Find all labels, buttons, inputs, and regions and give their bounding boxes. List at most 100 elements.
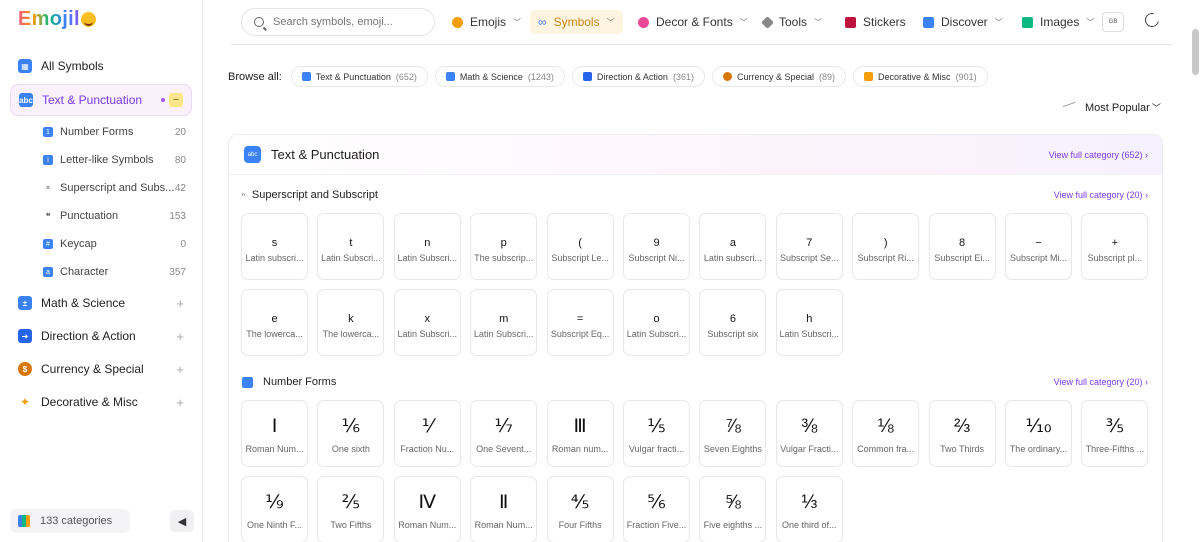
- scrollbar[interactable]: [1192, 29, 1199, 75]
- nav-stickers[interactable]: Stickers: [837, 10, 914, 34]
- expand-icon[interactable]: +: [176, 395, 184, 410]
- symbol-card[interactable]: h Latin Subscri...: [775, 289, 843, 356]
- symbol-card[interactable]: p The subscrip...: [470, 213, 538, 280]
- symbol-card[interactable]: ⅘ Four Fifths: [546, 476, 614, 542]
- nav-emojis[interactable]: Emojis ﹀: [444, 10, 529, 34]
- sidebar-item-all-symbols[interactable]: ▦ All Symbols: [0, 50, 202, 82]
- subitem-count: 42: [174, 182, 186, 194]
- symbol-card[interactable]: m Latin Subscri...: [470, 289, 538, 356]
- expand-icon[interactable]: +: [176, 296, 184, 311]
- symbol-name: Seven Eighths: [703, 444, 762, 454]
- nav-symbols[interactable]: ∞ Symbols ﹀: [530, 10, 623, 34]
- sidebar-item-label: All Symbols: [41, 59, 104, 73]
- symbol-card[interactable]: ⅚ Fraction Five...: [623, 476, 690, 542]
- symbol-card[interactable]: ⅕ Vulgar fracti...: [623, 400, 690, 467]
- symbol-card[interactable]: 7 Subscript Se...: [775, 213, 843, 280]
- chip-decorative-misc[interactable]: Decorative & Misc (901): [853, 66, 988, 87]
- symbol-card[interactable]: Ⅱ Roman Num...: [470, 476, 538, 542]
- view-full-category-link[interactable]: View full category (20) ›: [1054, 190, 1148, 200]
- symbol-card[interactable]: ⅟ Fraction Nu...: [393, 400, 461, 467]
- symbol-name: Subscript Ei...: [934, 253, 990, 263]
- sidebar-subitem-number-forms[interactable]: 1 Number Forms 20: [0, 118, 202, 146]
- chip-text-punctuation[interactable]: Text & Punctuation (652): [290, 66, 428, 87]
- symbol-card[interactable]: ⅓ One third of...: [775, 476, 843, 542]
- symbol-card[interactable]: a Latin subscri...: [699, 213, 767, 280]
- moon-icon[interactable]: [1142, 10, 1162, 30]
- chip-count: (1243): [527, 71, 554, 82]
- symbol-card[interactable]: ⅑ One Ninth F...: [241, 476, 308, 542]
- sort-label: Most Popular: [1085, 101, 1150, 114]
- chip-direction-action[interactable]: Direction & Action (361): [571, 66, 705, 87]
- search-box[interactable]: [241, 8, 435, 36]
- sidebar-item-currency-special[interactable]: $ Currency & Special +: [0, 353, 202, 385]
- expand-icon[interactable]: +: [176, 329, 184, 344]
- nav-discover[interactable]: Discover ﹀: [915, 10, 1011, 34]
- symbol-card[interactable]: 6 Subscript six: [699, 289, 767, 356]
- symbol-card[interactable]: x Latin Subscri...: [393, 289, 461, 356]
- chip-count: (901): [955, 71, 977, 82]
- sidebar-subitem-superscript[interactable]: ⁿ Superscript and Subs... 42: [0, 174, 202, 202]
- symbol-card[interactable]: ⅒ The ordinary...: [1005, 400, 1072, 467]
- symbol-card[interactable]: Ⅲ Roman num...: [546, 400, 614, 467]
- sidebar-subitem-letter-like[interactable]: i Letter-like Symbols 80: [0, 146, 202, 174]
- symbol-glyph: p: [500, 237, 507, 249]
- symbol-card[interactable]: 8 Subscript Ei...: [928, 213, 996, 280]
- info-icon: i: [43, 155, 53, 165]
- sidebar-item-direction-action[interactable]: ➜ Direction & Action +: [0, 320, 202, 352]
- symbol-name: One third of...: [782, 520, 837, 530]
- symbol-card[interactable]: = Subscript Eq...: [546, 289, 614, 356]
- sidebar-item-decorative-misc[interactable]: ✦ Decorative & Misc +: [0, 386, 202, 418]
- sort-dropdown[interactable]: Most Popular ﹀: [1063, 101, 1161, 114]
- symbol-card[interactable]: k The lowerca...: [317, 289, 385, 356]
- symbol-card[interactable]: e The lowerca...: [241, 289, 308, 356]
- sidebar-subitem-character[interactable]: a Character 357: [0, 258, 202, 286]
- sidebar-subitem-punctuation[interactable]: ❝ Punctuation 153: [0, 202, 202, 230]
- collapse-button[interactable]: –: [169, 93, 183, 107]
- search-input[interactable]: [273, 16, 423, 28]
- symbol-card[interactable]: ⅞ Seven Eighths: [699, 400, 767, 467]
- symbol-card[interactable]: Ⅰ Roman Num...: [241, 400, 308, 467]
- expand-icon[interactable]: +: [176, 362, 184, 377]
- symbol-card[interactable]: Ⅳ Roman Num...: [393, 476, 461, 542]
- symbol-card[interactable]: ⅐ One Sevent...: [470, 400, 538, 467]
- symbol-card[interactable]: ⅔ Two Thirds: [928, 400, 996, 467]
- view-full-category-link[interactable]: View full category (652) ›: [1049, 150, 1148, 160]
- nav-decor-fonts[interactable]: Decor & Fonts ﹀: [630, 10, 756, 34]
- symbol-card[interactable]: t Latin Subscri...: [317, 213, 385, 280]
- sidebar-item-math-science[interactable]: ± Math & Science +: [0, 287, 202, 319]
- chevron-down-icon: ﹀: [606, 17, 615, 27]
- symbol-card[interactable]: ⅛ Common fra...: [852, 400, 920, 467]
- symbol-card[interactable]: ) Subscript Ri...: [852, 213, 920, 280]
- math-icon: [445, 72, 455, 81]
- symbol-card[interactable]: ⅜ Vulgar Fracti...: [775, 400, 843, 467]
- nav-tools[interactable]: Tools ﹀: [755, 10, 830, 34]
- symbol-name: The ordinary...: [1009, 444, 1068, 454]
- section-title: Superscript and Subscript: [251, 189, 378, 201]
- symbol-card[interactable]: o Latin Subscri...: [623, 289, 690, 356]
- symbol-card[interactable]: ⅖ Two Fifths: [317, 476, 385, 542]
- wrench-icon: [761, 15, 774, 29]
- symbol-card[interactable]: 9 Subscript Ni...: [623, 213, 690, 280]
- language-selector[interactable]: GB: [1102, 12, 1124, 32]
- subitem-label: Letter-like Symbols: [60, 154, 154, 166]
- symbol-name: Subscript Se...: [780, 253, 839, 263]
- view-full-category-link[interactable]: View full category (20) ›: [1054, 377, 1148, 387]
- symbol-card[interactable]: + Subscript pl...: [1081, 213, 1149, 280]
- symbol-card[interactable]: s Latin subscri...: [241, 213, 308, 280]
- sidebar-collapse-button[interactable]: ◀: [170, 510, 194, 532]
- chip-math-science[interactable]: Math & Science (1243): [434, 66, 565, 87]
- sidebar-subitem-keycap[interactable]: # Keycap 0: [0, 230, 202, 258]
- sidebar-item-text-punctuation[interactable]: abc Text & Punctuation –: [10, 84, 192, 116]
- nav-images[interactable]: Images ﹀: [1014, 10, 1102, 34]
- logo[interactable]: Emojil: [18, 8, 96, 31]
- symbol-card[interactable]: ⅝ Five eighths ...: [699, 476, 767, 542]
- symbol-card[interactable]: − Subscript Mi...: [1005, 213, 1072, 280]
- symbol-card[interactable]: ⅙ One sixth: [317, 400, 385, 467]
- symbol-card[interactable]: n Latin Subscri...: [393, 213, 461, 280]
- subitem-label: Keycap: [60, 238, 97, 250]
- symbol-card[interactable]: ⅗ Three-Fifths ...: [1081, 400, 1149, 467]
- chip-currency-special[interactable]: Currency & Special (89): [711, 66, 847, 87]
- symbol-card[interactable]: (Subscript Le...: [546, 213, 614, 280]
- category-panel: abc Text & Punctuation View full categor…: [228, 134, 1163, 542]
- book-icon: [923, 16, 934, 28]
